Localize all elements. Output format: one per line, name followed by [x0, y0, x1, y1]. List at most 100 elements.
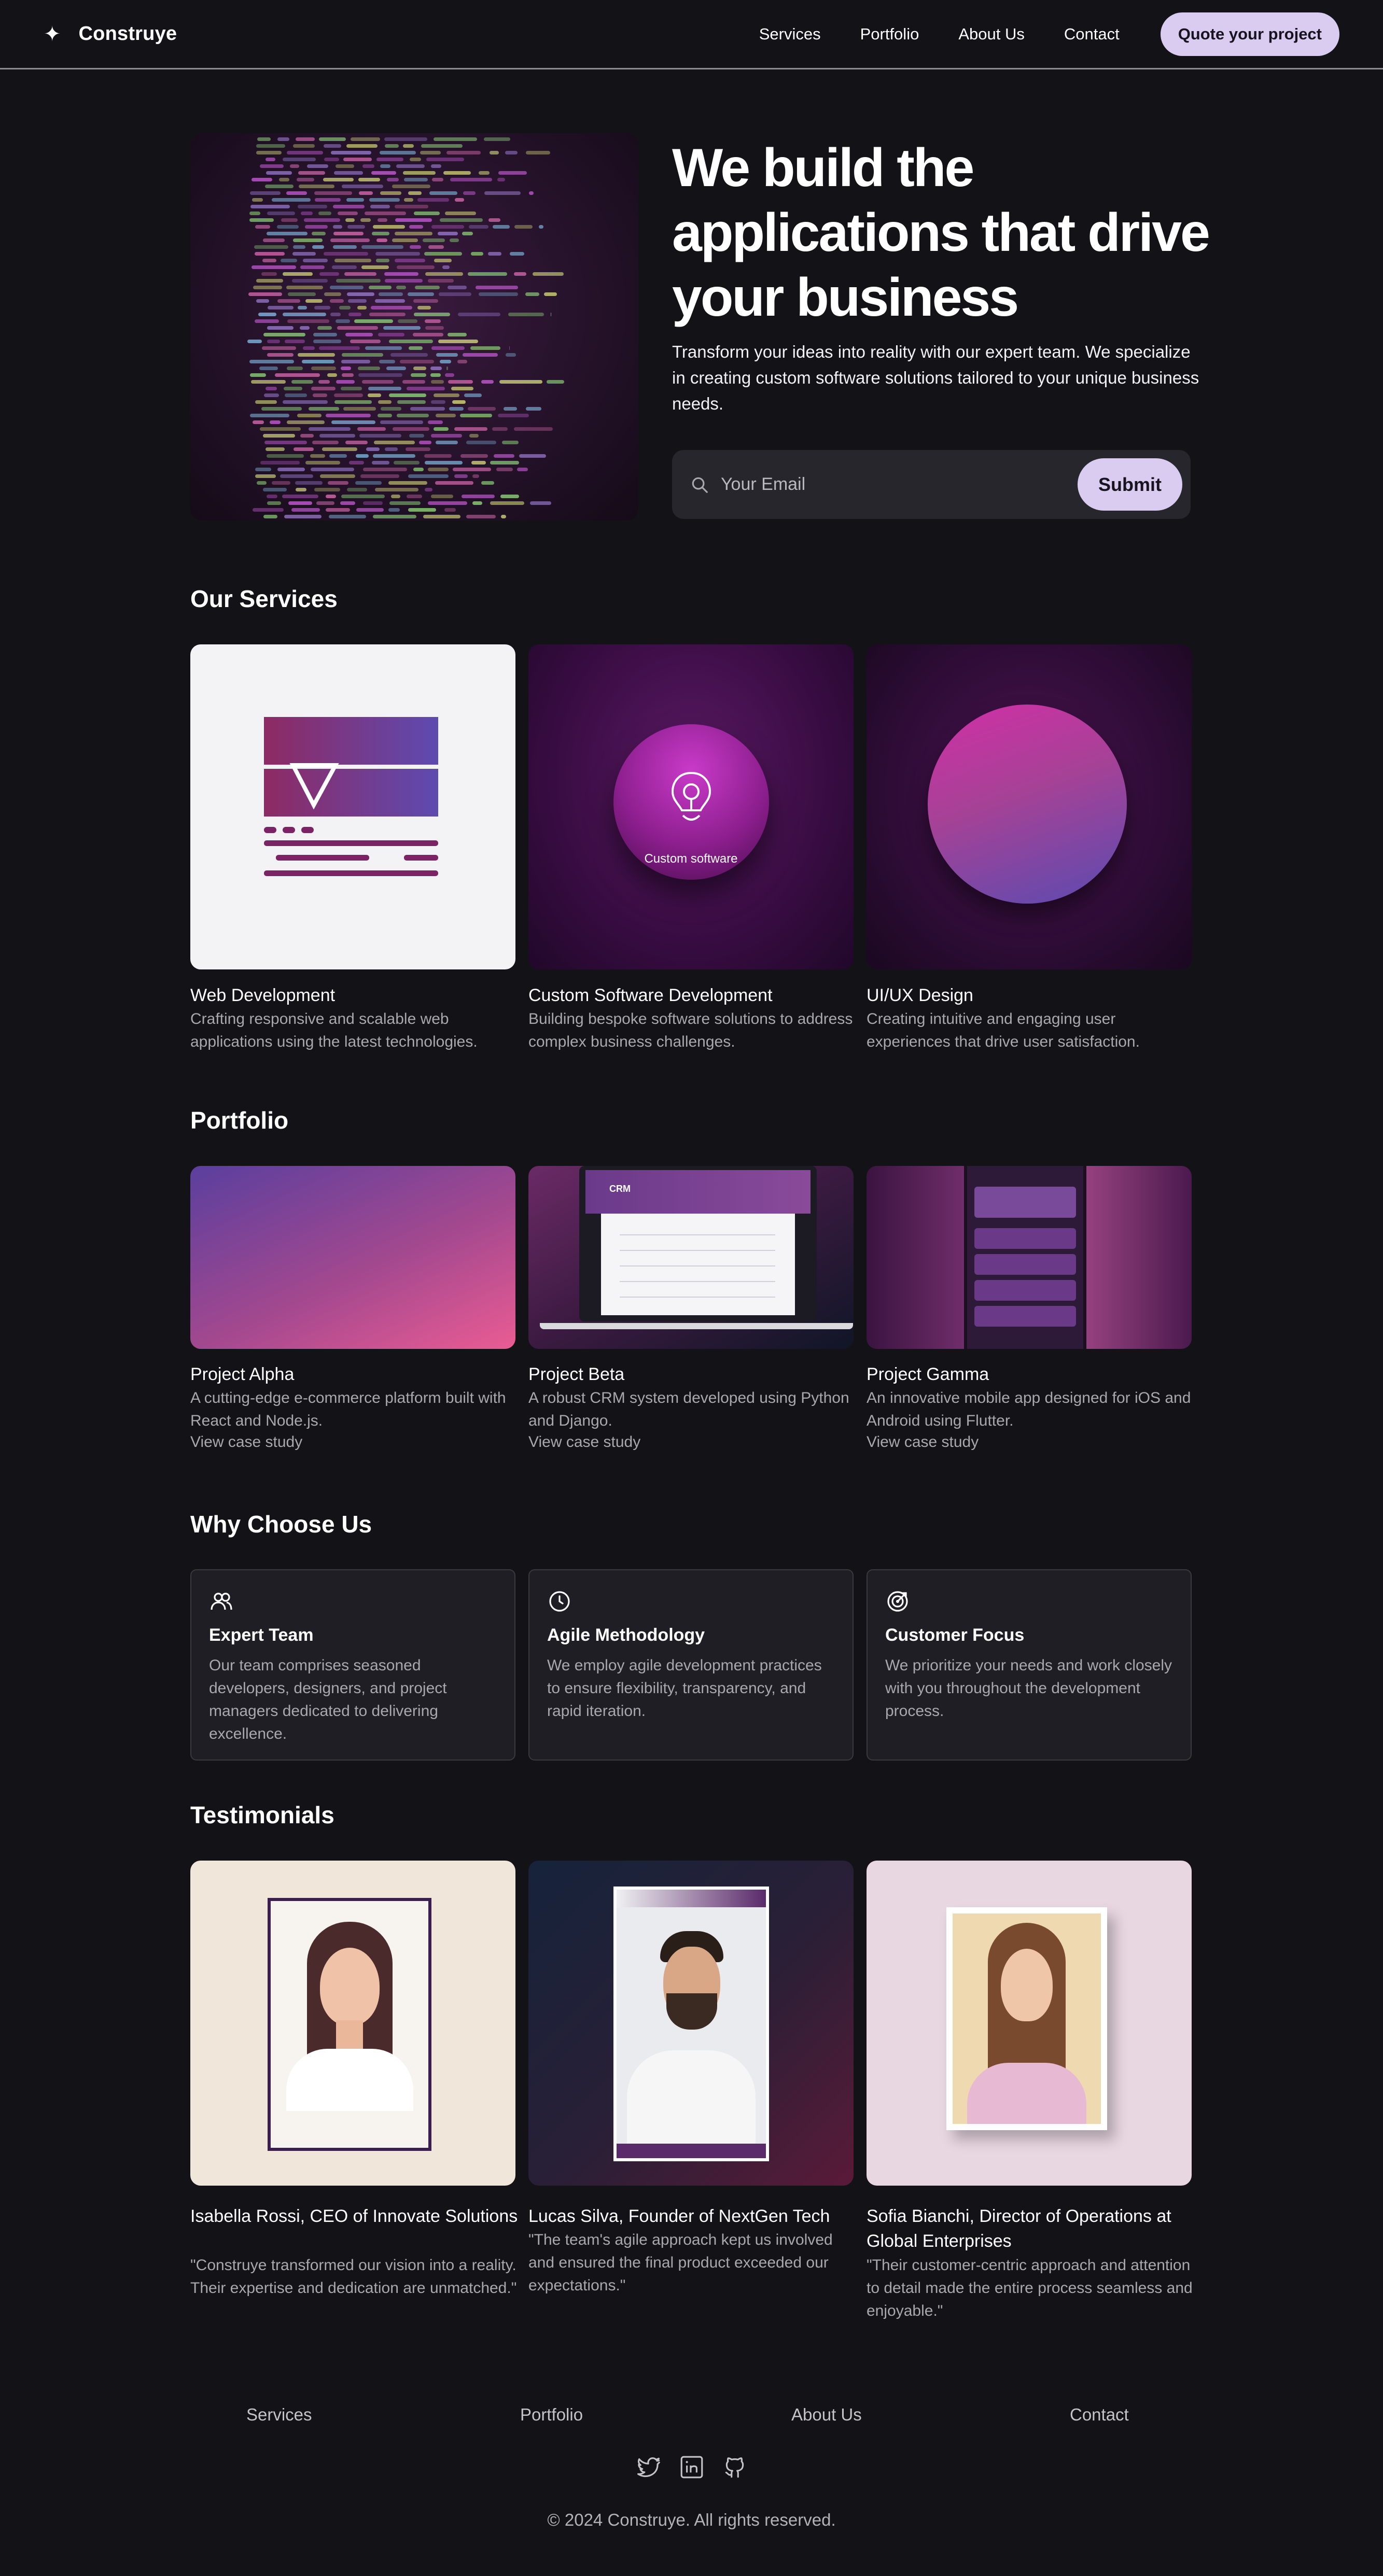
code-line [250, 191, 281, 195]
code-line [514, 225, 533, 229]
code-line [428, 501, 467, 505]
code-line [252, 198, 263, 202]
code-line [326, 495, 336, 498]
code-line [410, 407, 445, 411]
code-line [408, 508, 436, 512]
code-line [415, 286, 440, 289]
code-line [260, 461, 300, 464]
code-line [300, 434, 314, 438]
nav-link-contact[interactable]: Contact [1064, 25, 1120, 44]
code-line [250, 414, 289, 417]
code-line [369, 198, 400, 202]
code-line [255, 225, 270, 229]
code-line [414, 313, 450, 316]
nav-link-services[interactable]: Services [759, 25, 821, 44]
code-line [404, 198, 413, 202]
code-line [479, 171, 490, 175]
code-line [263, 238, 285, 242]
feature-desc: We prioritize your needs and work closel… [885, 1657, 1172, 1720]
footer-link-contact[interactable]: Contact [1070, 2405, 1129, 2425]
submit-button[interactable]: Submit [1078, 458, 1182, 511]
view-case-study-link[interactable]: View case study [528, 1433, 640, 1451]
code-line [326, 414, 371, 417]
code-line [326, 508, 350, 512]
code-line [316, 501, 334, 505]
code-line [265, 185, 294, 188]
code-line [425, 488, 432, 491]
quote-project-button[interactable]: Quote your project [1160, 12, 1339, 56]
github-icon[interactable] [722, 2454, 748, 2480]
code-line [428, 420, 443, 424]
code-line [324, 158, 339, 161]
project-beta-image[interactable]: CRM [528, 1166, 854, 1349]
code-line [368, 393, 381, 397]
code-line [368, 387, 401, 390]
code-line [384, 137, 427, 141]
code-line [345, 218, 355, 222]
code-line [547, 380, 564, 384]
footer-link-services[interactable]: Services [246, 2405, 312, 2425]
code-line [347, 225, 365, 229]
view-case-study-link[interactable]: View case study [190, 1433, 302, 1451]
code-line [256, 144, 285, 148]
code-line [362, 380, 394, 384]
code-line [282, 495, 318, 498]
code-line [509, 346, 510, 350]
project-gamma-image[interactable] [867, 1166, 1192, 1349]
code-line [318, 212, 331, 215]
brand[interactable]: ✦ Construye [44, 23, 177, 45]
code-line [448, 286, 467, 289]
email-input[interactable] [721, 469, 1078, 500]
code-line [358, 178, 380, 181]
code-line [378, 218, 387, 222]
nav-link-portfolio[interactable]: Portfolio [860, 25, 919, 44]
code-line [420, 151, 441, 154]
code-line [525, 292, 539, 296]
code-line [359, 191, 373, 195]
code-line [288, 501, 312, 505]
code-line [287, 319, 329, 323]
code-line [440, 360, 451, 363]
footer-link-about-us[interactable]: About Us [791, 2405, 862, 2425]
footer-link-portfolio[interactable]: Portfolio [520, 2405, 583, 2425]
code-line [277, 299, 300, 303]
code-line [464, 393, 482, 397]
view-case-study-link[interactable]: View case study [867, 1433, 979, 1451]
code-line [277, 137, 289, 141]
nav-link-about-us[interactable]: About Us [958, 25, 1025, 44]
why-choose-us-heading: Why Choose Us [190, 1511, 372, 1538]
code-line [403, 171, 436, 175]
code-line [286, 286, 323, 289]
code-line [423, 515, 460, 518]
code-line [293, 238, 323, 242]
project-alpha-image[interactable] [190, 1166, 515, 1349]
code-line [517, 468, 528, 471]
code-line [283, 158, 316, 161]
code-line [298, 171, 325, 175]
code-line [267, 454, 304, 458]
code-line [454, 427, 487, 431]
lightbulb-icon [671, 771, 711, 821]
code-line [423, 238, 445, 242]
code-line [472, 501, 482, 505]
code-line [408, 292, 434, 296]
linkedin-icon[interactable] [679, 2454, 705, 2480]
code-line [249, 218, 274, 222]
code-line [366, 447, 380, 451]
code-line [288, 292, 316, 296]
code-line [300, 326, 310, 330]
code-line [493, 225, 510, 229]
code-line [319, 346, 360, 350]
twitter-icon[interactable] [636, 2454, 662, 2480]
code-line [363, 501, 383, 505]
code-line [413, 367, 426, 370]
code-line [500, 495, 519, 498]
code-line [268, 306, 294, 309]
code-line [498, 171, 527, 175]
code-line [334, 400, 372, 404]
code-line [439, 292, 471, 296]
code-line [389, 340, 433, 343]
testimonial-portrait-lucas [528, 1861, 854, 2186]
code-line [287, 420, 325, 424]
code-line [334, 393, 363, 397]
